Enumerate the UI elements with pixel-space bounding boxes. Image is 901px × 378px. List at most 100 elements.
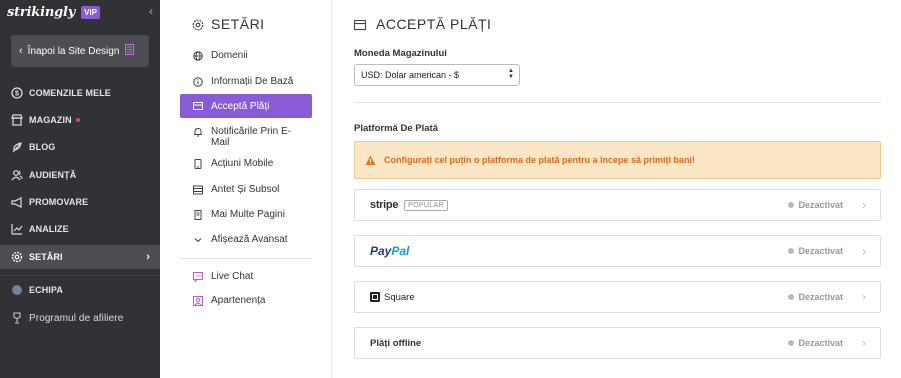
dollar-circle-icon: $ <box>11 87 23 99</box>
status-label: Dezactivat <box>798 246 843 256</box>
paypal-logo-part-a: Pay <box>370 244 392 258</box>
settings-title-label: SETĂRI <box>211 16 265 32</box>
settings-nav-label: Notificările Prin E-Mail <box>211 126 292 148</box>
settings-nav-live-chat[interactable]: Live Chat <box>180 271 312 283</box>
warning-banner: Configurați cel puțin o platforma de pla… <box>354 141 881 179</box>
currency-select[interactable]: USD: Dolar american - $ ▲ ▼ <box>354 64 520 86</box>
globe-icon <box>11 284 23 296</box>
chevron-right-icon: › <box>862 198 866 212</box>
page-title-label: ACCEPTĂ PLĂȚI <box>376 16 492 32</box>
mobile-icon <box>193 159 203 169</box>
settings-nav-label: Afișează Avansat <box>211 234 288 245</box>
popular-badge: POPULAR <box>404 199 448 211</box>
sidebar-item-label: AUDIENȚĂ <box>29 170 77 180</box>
status-dot <box>788 294 795 300</box>
sidebar-item-affiliate[interactable]: Programul de afiliere <box>0 306 160 330</box>
pages-icon <box>125 44 135 58</box>
settings-nav-actiuni-mobile[interactable]: Acțiuni Mobile <box>180 158 312 169</box>
sidebar-item-label: Programul de afiliere <box>29 312 124 324</box>
settings-nav-divider <box>180 258 312 259</box>
app-root: strikingly VIP ‹ ‹ Înapoi la Site Design… <box>0 0 901 378</box>
sidebar-item-blog[interactable]: BLOG <box>0 135 160 159</box>
sidebar-item-label: SETĂRI <box>29 252 63 262</box>
status-dot <box>788 202 795 208</box>
provider-paypal[interactable]: PayPal Dezactivat › <box>354 235 881 267</box>
credit-card-icon <box>353 18 367 31</box>
status-dot <box>788 248 795 254</box>
main-sidebar: strikingly VIP ‹ ‹ Înapoi la Site Design… <box>0 0 160 378</box>
sidebar-item-analize[interactable]: ANALIZE <box>0 217 160 241</box>
status-badge: Dezactivat <box>788 246 843 256</box>
sidebar-item-label: ANALIZE <box>29 224 69 234</box>
settings-nav-label: Acțiuni Mobile <box>211 158 274 169</box>
pages-icon <box>193 210 203 220</box>
sidebar-item-magazin[interactable]: MAGAZIN <box>0 108 160 132</box>
paypal-logo-part-b: Pal <box>391 244 410 258</box>
sidebar-item-setari[interactable]: SETĂRI › <box>0 245 160 269</box>
chevron-left-icon[interactable]: ‹ <box>149 4 153 18</box>
platform-label: Platformă De Plată <box>354 123 438 134</box>
paypal-logo: PayPal <box>370 244 409 258</box>
brand[interactable]: strikingly VIP <box>7 4 100 20</box>
select-arrows-icon: ▲ ▼ <box>508 68 514 80</box>
settings-nav-apartenenta[interactable]: Apartenența <box>180 295 312 306</box>
chevron-right-icon: › <box>146 251 150 263</box>
provider-square[interactable]: Square Dezactivat › <box>354 281 881 313</box>
settings-nav-label: Acceptă Plăți <box>211 100 270 112</box>
settings-nav-label: Mai Multe Pagini <box>211 209 285 220</box>
section-divider <box>354 102 881 103</box>
sidebar-item-echipa[interactable]: ECHIPA <box>0 278 160 302</box>
settings-nav-informatii[interactable]: Informații De Bază <box>180 76 312 87</box>
chevron-right-icon: › <box>862 336 866 350</box>
chat-icon <box>193 272 203 283</box>
back-to-site-design-button[interactable]: ‹ Înapoi la Site Design <box>11 35 149 67</box>
settings-nav-accepta-plati[interactable]: Acceptă Plăți <box>180 94 312 118</box>
status-label: Dezactivat <box>798 292 843 302</box>
credit-card-icon <box>193 101 203 111</box>
users-icon <box>11 169 23 181</box>
offline-payments-label: Plăți offline <box>370 337 422 349</box>
sidebar-item-audienta[interactable]: AUDIENȚĂ <box>0 163 160 187</box>
chart-icon <box>11 223 23 235</box>
vip-badge: VIP <box>81 5 100 19</box>
status-badge: Dezactivat <box>788 338 843 348</box>
sidebar-item-promovare[interactable]: PROMOVARE <box>0 190 160 214</box>
layout-icon <box>193 185 203 195</box>
notification-dot <box>75 118 80 122</box>
store-icon <box>11 114 23 126</box>
status-dot <box>788 340 795 346</box>
svg-text:$: $ <box>15 91 19 98</box>
globe-icon <box>193 51 203 61</box>
square-label: Square <box>384 291 415 303</box>
settings-nav-afiseaza-avansat[interactable]: Afișează Avansat <box>180 234 312 245</box>
currency-select-value: USD: Dolar american - $ <box>361 70 460 80</box>
sidebar-item-label: PROMOVARE <box>29 197 89 207</box>
bell-icon <box>193 127 203 137</box>
provider-stripe[interactable]: stripe POPULAR Dezactivat › <box>354 189 881 221</box>
chevron-left-icon: ‹ <box>19 45 23 57</box>
info-icon <box>193 77 203 87</box>
sidebar-item-label: ECHIPA <box>29 285 63 295</box>
settings-nav-antet-subsol[interactable]: Antet Și Subsol <box>180 184 312 195</box>
brand-logo: strikingly <box>7 4 76 20</box>
status-label: Dezactivat <box>798 200 843 210</box>
member-icon <box>193 296 203 306</box>
settings-nav-domenii[interactable]: Domenii <box>180 50 312 61</box>
status-badge: Dezactivat <box>788 200 843 210</box>
gear-icon <box>192 18 204 31</box>
settings-nav-label: Informații De Bază <box>211 76 294 87</box>
page-title: ACCEPTĂ PLĂȚI <box>353 16 492 32</box>
chevron-right-icon: › <box>862 244 866 258</box>
currency-label: Moneda Magazinului <box>354 48 447 59</box>
sidebar-item-label: MAGAZIN <box>29 115 72 125</box>
settings-nav: SETĂRI Domenii Informații De Bază Accept… <box>180 0 312 378</box>
settings-nav-notificari[interactable]: Notificările Prin E-Mail <box>180 126 312 148</box>
provider-offline[interactable]: Plăți offline Dezactivat › <box>354 327 881 359</box>
settings-nav-mai-multe-pagini[interactable]: Mai Multe Pagini <box>180 209 312 220</box>
quill-icon <box>11 141 23 153</box>
settings-nav-label: Antet Și Subsol <box>211 184 280 195</box>
chevron-down-icon <box>193 235 203 245</box>
status-badge: Dezactivat <box>788 292 843 302</box>
sidebar-item-comenzile-mele[interactable]: $ COMENZILE MELE <box>0 81 160 105</box>
square-logo: Square <box>370 292 415 303</box>
